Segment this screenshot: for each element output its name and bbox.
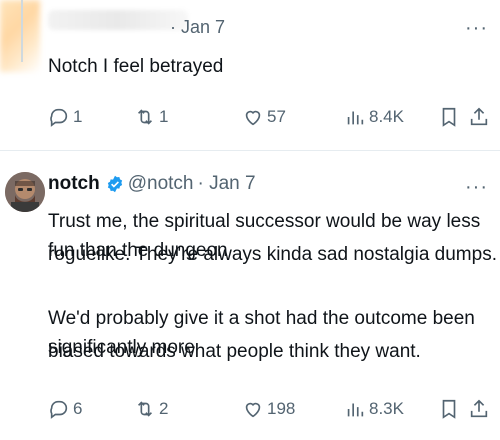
- tweet2-text-line-4: biased towards what people think they wa…: [48, 341, 421, 362]
- share-icon: [470, 107, 488, 126]
- reply-button[interactable]: 1: [48, 106, 82, 128]
- avatar[interactable]: [5, 172, 45, 212]
- tweet1-actions: 1 1 57 8.4K: [48, 106, 488, 136]
- avatar-image: [5, 172, 45, 212]
- views-count: 8.3K: [369, 399, 404, 418]
- handle-blurred: [48, 10, 188, 30]
- thread-line: [21, 0, 23, 62]
- like-icon: [245, 402, 261, 418]
- tweet2-text-line-2: roguelike. They're always kinda sad nost…: [48, 244, 497, 265]
- repost-count: 2: [159, 399, 169, 418]
- user-handle[interactable]: @notch: [128, 173, 194, 195]
- share-button[interactable]: [468, 106, 493, 128]
- repost-count: 1: [159, 107, 169, 126]
- avatar-blurred: [0, 0, 40, 72]
- like-icon: [245, 110, 261, 126]
- share-icon: [470, 399, 488, 418]
- bookmark-button[interactable]: [438, 398, 463, 420]
- reply-count: 1: [73, 107, 83, 126]
- tweet2-actions: 6 2 198 8.3K: [48, 398, 488, 428]
- more-icon[interactable]: ···: [465, 176, 488, 199]
- divider: [0, 150, 500, 151]
- like-button[interactable]: 57: [242, 106, 286, 128]
- like-button[interactable]: 198: [242, 398, 295, 420]
- views-icon: [347, 111, 364, 125]
- views-count: 8.4K: [369, 107, 404, 126]
- like-count: 57: [267, 107, 286, 126]
- user-name[interactable]: notch: [48, 173, 100, 195]
- repost-button[interactable]: 1: [134, 106, 168, 128]
- more-icon[interactable]: ···: [465, 17, 488, 40]
- bookmark-icon: [442, 399, 456, 419]
- views-button[interactable]: 8.3K: [344, 398, 404, 420]
- bookmark-button[interactable]: [438, 106, 463, 128]
- share-button[interactable]: [468, 398, 493, 420]
- views-icon: [347, 403, 364, 417]
- repost-icon: [137, 401, 153, 417]
- repost-button[interactable]: 2: [134, 398, 168, 420]
- tweet1-text: Notch I feel betrayed: [48, 56, 224, 77]
- views-button[interactable]: 8.4K: [344, 106, 404, 128]
- reply-count: 6: [73, 399, 83, 418]
- reply-icon: [50, 108, 68, 127]
- tweet2-date[interactable]: · Jan 7: [198, 173, 256, 195]
- repost-icon: [137, 109, 153, 125]
- reply-button[interactable]: 6: [48, 398, 82, 420]
- like-count: 198: [267, 399, 296, 418]
- tweet1-date: · Jan 7: [170, 17, 226, 37]
- verified-badge-icon: [107, 175, 122, 193]
- tweet2-header: notch @notch · Jan 7: [48, 173, 256, 195]
- reply-icon: [50, 400, 68, 419]
- bookmark-icon: [442, 107, 456, 127]
